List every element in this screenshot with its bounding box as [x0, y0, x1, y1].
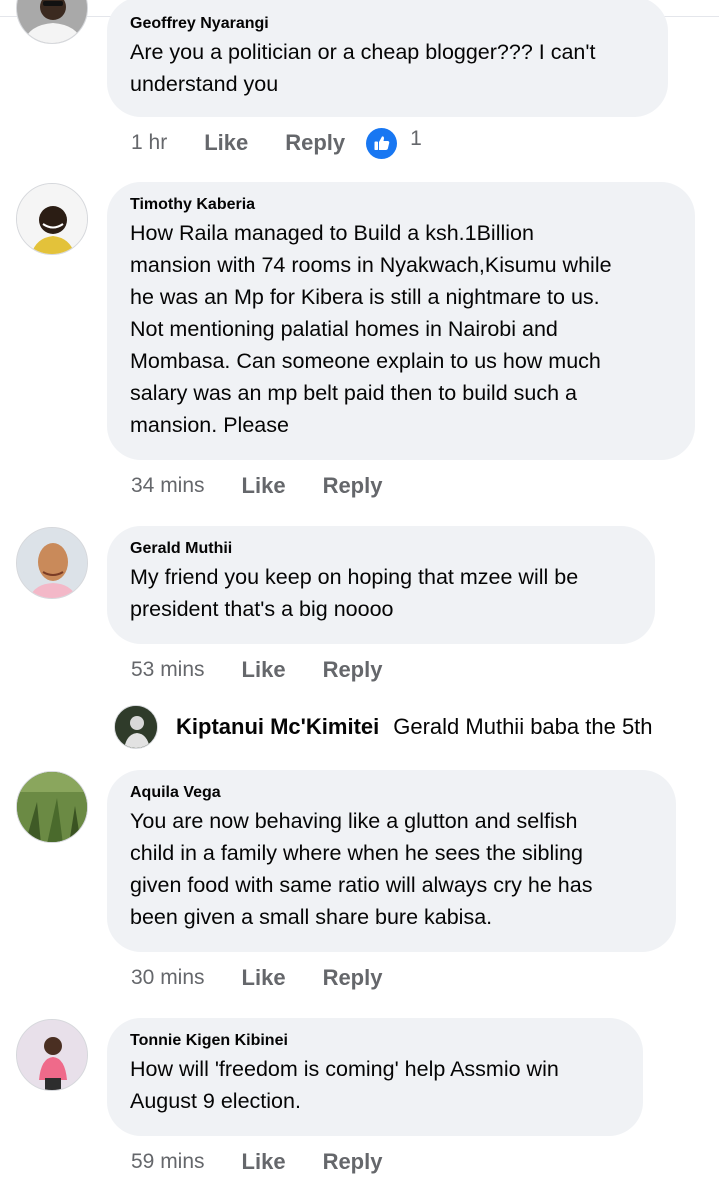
comment-text: How Raila managed to Build a ksh.1Billio…	[130, 221, 612, 437]
comment-text: My friend you keep on hoping that mzee w…	[130, 565, 579, 621]
timestamp[interactable]: 59 mins	[131, 1150, 205, 1174]
timestamp[interactable]: 53 mins	[131, 658, 205, 682]
commenter-name[interactable]: Timothy Kaberia	[130, 195, 673, 215]
like-button[interactable]: Like	[242, 657, 286, 683]
comment-text: Are you a politician or a cheap blogger?…	[130, 40, 596, 96]
avatar[interactable]	[16, 183, 88, 255]
avatar[interactable]	[16, 1019, 88, 1091]
comment-bubble: Timothy Kaberia How Raila managed to Bui…	[107, 182, 695, 460]
like-button[interactable]: Like	[242, 1149, 286, 1175]
comment-actions: 34 mins Like Reply	[131, 470, 419, 502]
commenter-name[interactable]: Gerald Muthii	[130, 539, 633, 559]
reaction-summary[interactable]: 1	[366, 127, 422, 159]
like-thumbs-up-icon	[366, 127, 398, 159]
reply-button[interactable]: Reply	[285, 130, 345, 156]
avatar[interactable]	[16, 527, 88, 599]
timestamp[interactable]: 1 hr	[131, 131, 167, 155]
comment-text: You are now behaving like a glutton and …	[130, 809, 593, 929]
comment-bubble: Gerald Muthii My friend you keep on hopi…	[107, 526, 655, 644]
reply-button[interactable]: Reply	[323, 1149, 383, 1175]
avatar[interactable]	[16, 0, 88, 44]
like-button[interactable]: Like	[242, 473, 286, 499]
reply-button[interactable]: Reply	[323, 473, 383, 499]
reply-button[interactable]: Reply	[323, 657, 383, 683]
reply-author-name[interactable]: Kiptanui Mc'Kimitei	[176, 714, 379, 740]
like-button[interactable]: Like	[242, 965, 286, 991]
comment-actions: 1 hr Like Reply 1	[131, 127, 422, 159]
comment-text: How will 'freedom is coming' help Assmio…	[130, 1057, 559, 1113]
reply-preview[interactable]: Kiptanui Mc'Kimitei Gerald Muthii baba t…	[114, 704, 653, 750]
reply-button[interactable]: Reply	[323, 965, 383, 991]
commenter-name[interactable]: Tonnie Kigen Kibinei	[130, 1031, 621, 1051]
like-button[interactable]: Like	[204, 130, 248, 156]
commenter-name[interactable]: Geoffrey Nyarangi	[130, 14, 646, 34]
comment-actions: 53 mins Like Reply	[131, 654, 419, 686]
reply-text: Gerald Muthii baba the 5th	[393, 714, 653, 739]
timestamp[interactable]: 30 mins	[131, 966, 205, 990]
avatar[interactable]	[114, 705, 158, 749]
comment-actions: 59 mins Like Reply	[131, 1146, 419, 1178]
comment-bubble: Geoffrey Nyarangi Are you a politician o…	[107, 0, 668, 117]
timestamp[interactable]: 34 mins	[131, 474, 205, 498]
comment-actions: 30 mins Like Reply	[131, 962, 419, 994]
commenter-name[interactable]: Aquila Vega	[130, 783, 654, 803]
reaction-count: 1	[410, 127, 422, 150]
avatar[interactable]	[16, 771, 88, 843]
comment-bubble: Tonnie Kigen Kibinei How will 'freedom i…	[107, 1018, 643, 1136]
comment-bubble: Aquila Vega You are now behaving like a …	[107, 770, 676, 952]
